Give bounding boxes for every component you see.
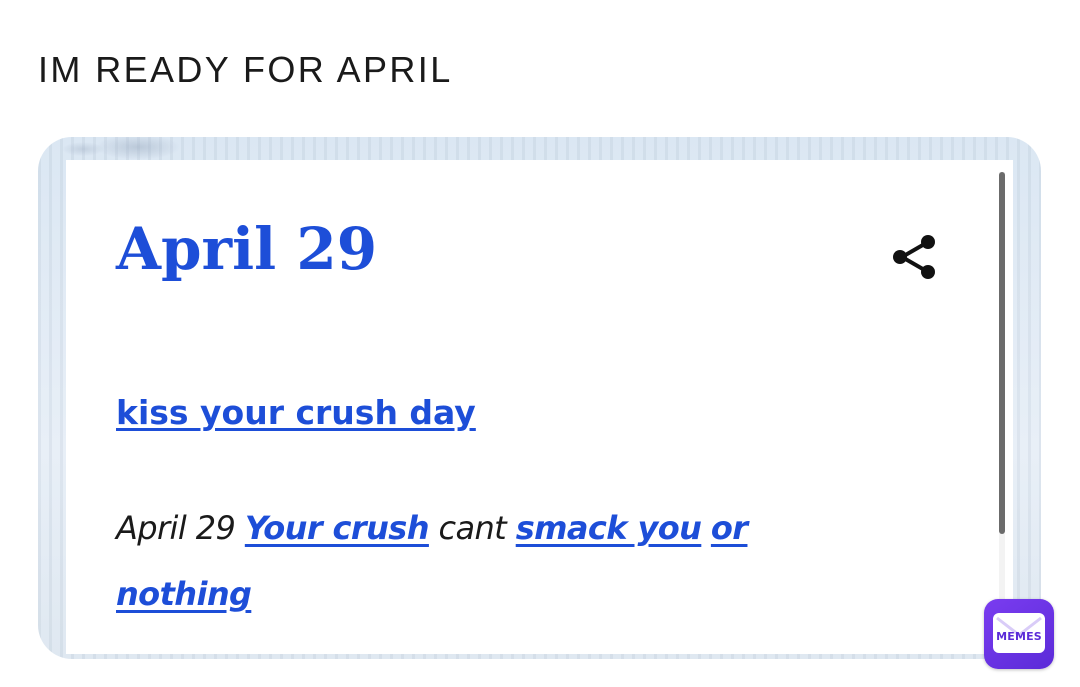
definition-link-smack-you[interactable]: smack you [516, 509, 702, 547]
share-icon [893, 235, 935, 279]
definition-text-part: cant [428, 509, 516, 547]
meme-page: IM READY FOR APRIL April 29 kiss your cr… [0, 0, 1080, 687]
definition-text: April 29 Your crush cant smack you or no… [116, 495, 856, 627]
embedded-screenshot: April 29 kiss your crush day April 29 Yo… [38, 137, 1041, 659]
definition-link-nothing[interactable]: nothing [116, 575, 252, 613]
memes-watermark-label: MEMES [996, 630, 1042, 643]
meme-caption: IM READY FOR APRIL [38, 49, 453, 90]
definition-text-part: April 29 [116, 509, 245, 547]
memes-watermark-logo: MEMES [984, 599, 1054, 669]
definition-link-your-crush[interactable]: Your crush [245, 509, 430, 547]
definition-card: April 29 kiss your crush day April 29 Yo… [66, 160, 1013, 654]
definition-text-part [701, 509, 711, 547]
scrollbar-track[interactable] [999, 172, 1005, 642]
scrollbar-thumb[interactable] [999, 172, 1005, 534]
definition-link-or[interactable]: or [711, 509, 748, 547]
share-button[interactable] [888, 230, 944, 286]
entry-date-title: April 29 [116, 215, 378, 283]
word-link[interactable]: kiss your crush day [116, 390, 476, 436]
